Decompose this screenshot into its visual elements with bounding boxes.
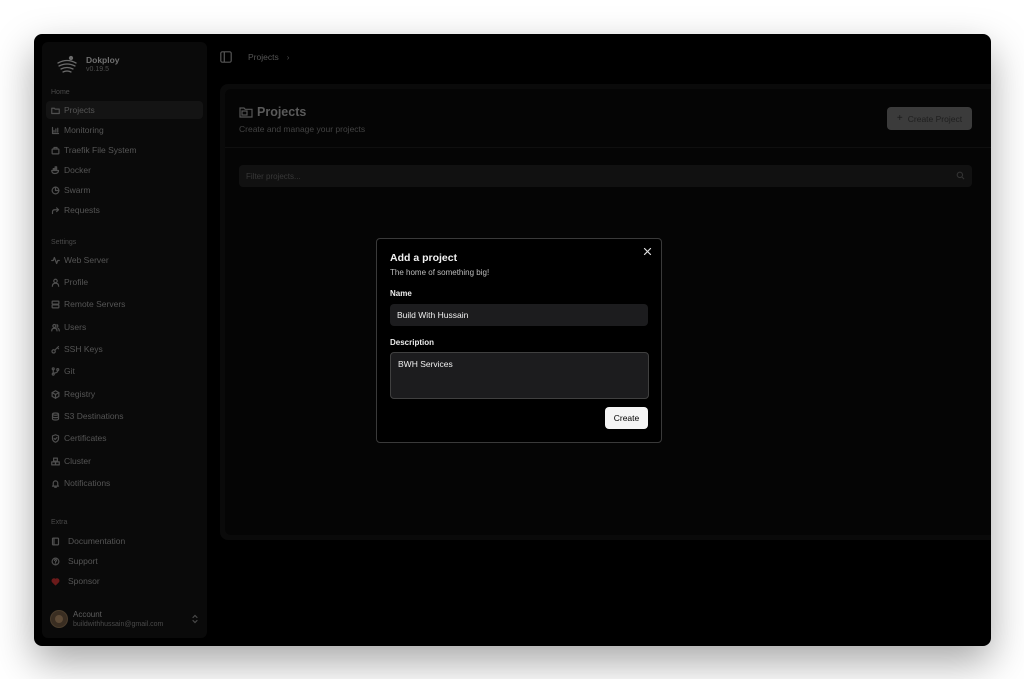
account-email: buildwithhussain@gmail.com: [73, 620, 164, 628]
shield-check-icon: [51, 433, 60, 443]
sidebar-item-label: Web Server: [64, 255, 109, 265]
sidebar-item-support[interactable]: Support: [46, 552, 203, 570]
app-name: Dokploy: [86, 54, 120, 65]
sidebar-item-label: Docker: [64, 165, 91, 175]
sidebar-item-label: Profile: [64, 277, 89, 287]
sidebar-item-users[interactable]: Users: [46, 318, 203, 336]
sidebar-item-label: Documentation: [68, 536, 126, 546]
sidebar-item-cluster[interactable]: Cluster: [46, 452, 203, 470]
name-field[interactable]: [390, 304, 648, 326]
sidebar-toggle-icon[interactable]: [220, 51, 232, 63]
sidebar-item-monitoring[interactable]: Monitoring: [46, 121, 203, 139]
sidebar-item-label: S3 Destinations: [64, 411, 124, 421]
add-project-dialog: Add a project The home of something big!…: [376, 238, 662, 443]
sidebar-item-traefik[interactable]: Traefik File System: [46, 141, 203, 159]
sidebar-item-sponsor[interactable]: Sponsor: [46, 572, 203, 590]
pie-chart-icon: [51, 186, 60, 194]
filter-placeholder: Filter projects...: [246, 171, 301, 181]
sidebar-item-documentation[interactable]: Documentation: [46, 532, 203, 550]
sidebar-item-git[interactable]: Git: [46, 362, 203, 380]
page-title: Projects: [257, 105, 307, 119]
search-icon: [956, 171, 965, 180]
sidebar-item-label: Cluster: [64, 456, 91, 466]
sidebar-item-web-server[interactable]: Web Server: [46, 251, 203, 269]
sidebar-item-label: Projects: [64, 105, 95, 115]
dialog-title: Add a project: [390, 252, 458, 264]
book-icon: [51, 537, 60, 545]
filter-projects-input[interactable]: Filter projects...: [239, 165, 972, 187]
bar-chart-icon: [51, 126, 60, 134]
account-menu[interactable]: Account buildwithhussain@gmail.com: [50, 607, 203, 631]
file-system-icon: [51, 146, 60, 154]
package-icon: [51, 389, 60, 399]
sidebar-item-docker[interactable]: Docker: [46, 161, 203, 179]
sidebar-item-label: Swarm: [64, 185, 91, 195]
git-branch-icon: [51, 366, 60, 376]
sidebar-item-label: Monitoring: [64, 125, 104, 135]
description-field[interactable]: BWH Services: [390, 352, 649, 399]
sidebar: Dokploy v0.19.5 Home Projects Monitoring…: [42, 42, 207, 638]
brand[interactable]: Dokploy v0.19.5: [56, 54, 120, 74]
breadcrumb-projects[interactable]: Projects: [248, 52, 279, 62]
sidebar-item-label: Remote Servers: [64, 299, 126, 309]
divider: [225, 147, 991, 148]
create-project-label: Create Project: [907, 113, 963, 124]
app-window: Dokploy v0.19.5 Home Projects Monitoring…: [34, 34, 991, 646]
forward-arrow-icon: [51, 206, 60, 214]
sidebar-item-label: Registry: [64, 389, 96, 399]
sidebar-item-swarm[interactable]: Swarm: [46, 181, 203, 199]
dokploy-logo-icon: [57, 55, 77, 73]
description-label: Description: [390, 338, 435, 347]
sidebar-item-label: Git: [64, 366, 75, 376]
database-icon: [51, 411, 60, 421]
app-version: v0.19.5: [86, 65, 109, 73]
sidebar-item-label: Sponsor: [68, 576, 100, 586]
activity-icon: [51, 256, 60, 264]
boxes-icon: [51, 457, 60, 465]
section-label-settings: Settings: [51, 239, 77, 246]
sidebar-item-label: Support: [68, 556, 98, 566]
section-label-home: Home: [51, 89, 70, 96]
create-button[interactable]: Create: [605, 407, 648, 429]
dialog-description: The home of something big!: [390, 268, 490, 277]
sidebar-item-certificates[interactable]: Certificates: [46, 429, 203, 447]
help-circle-icon: [51, 557, 60, 565]
close-icon[interactable]: [643, 247, 652, 256]
docker-icon: [51, 165, 60, 174]
name-label: Name: [390, 289, 412, 298]
sidebar-item-requests[interactable]: Requests: [46, 201, 203, 219]
server-icon: [51, 300, 60, 308]
bell-icon: [51, 479, 60, 488]
heart-icon: [51, 577, 60, 585]
sidebar-item-registry[interactable]: Registry: [46, 385, 203, 403]
breadcrumb: Projects ›: [248, 52, 289, 62]
sidebar-item-label: Users: [64, 322, 87, 332]
sidebar-item-s3-destinations[interactable]: S3 Destinations: [46, 407, 203, 425]
plus-icon: +: [896, 113, 903, 124]
sidebar-item-label: Certificates: [64, 433, 107, 443]
avatar: [50, 610, 68, 628]
sidebar-item-projects[interactable]: Projects: [46, 101, 203, 119]
chevron-right-icon: ›: [286, 52, 290, 62]
chevrons-up-down-icon: [192, 614, 198, 624]
users-icon: [51, 323, 60, 331]
sidebar-item-notifications[interactable]: Notifications: [46, 474, 203, 492]
sidebar-item-label: Notifications: [64, 478, 111, 488]
account-name: Account: [73, 609, 102, 619]
sidebar-item-remote-servers[interactable]: Remote Servers: [46, 295, 203, 313]
sidebar-item-label: Traefik File System: [64, 145, 137, 155]
sidebar-item-label: SSH Keys: [64, 344, 103, 354]
sidebar-item-label: Requests: [64, 205, 100, 215]
folder-icon: [239, 107, 253, 118]
create-project-button[interactable]: + Create Project: [887, 107, 972, 130]
sidebar-item-profile[interactable]: Profile: [46, 273, 203, 291]
key-icon: [51, 345, 60, 354]
sidebar-item-ssh-keys[interactable]: SSH Keys: [46, 340, 203, 358]
folder-icon: [51, 107, 60, 114]
page-subtitle: Create and manage your projects: [239, 124, 366, 134]
user-icon: [51, 278, 60, 287]
section-label-extra: Extra: [51, 519, 68, 526]
